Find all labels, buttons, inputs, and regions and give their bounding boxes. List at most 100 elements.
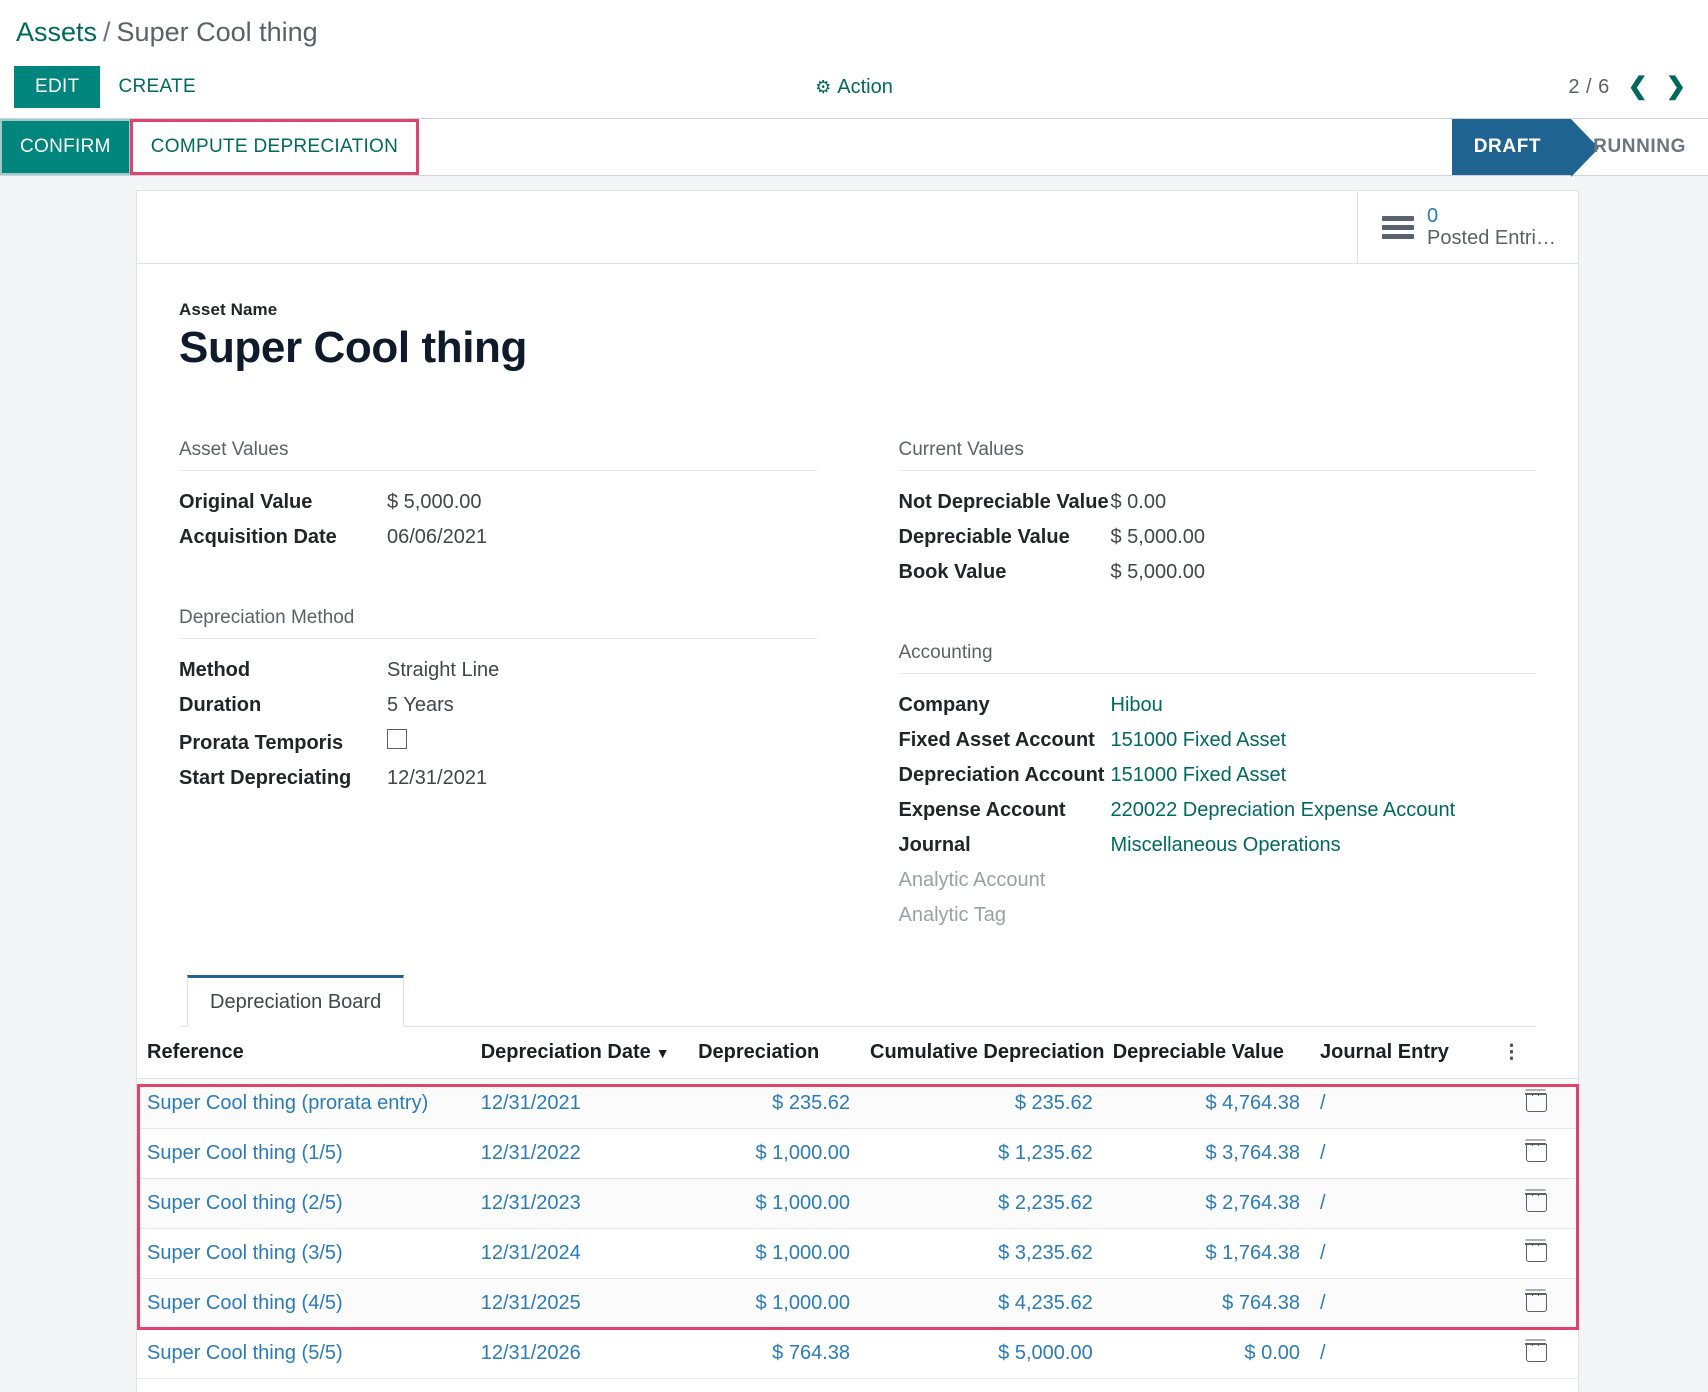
cell-depreciable-value[interactable]: $ 1,764.38 xyxy=(1102,1228,1310,1279)
group-accounting: Accounting Company Hibou Fixed Asset Acc… xyxy=(898,642,1536,933)
table-header-row: Reference Depreciation Date ▼ Depreciatio… xyxy=(137,1026,1578,1079)
cell-depreciation[interactable]: $ 1,000.00 xyxy=(688,1128,861,1179)
sort-desc-caret-icon: ▼ xyxy=(655,1044,670,1061)
posted-entries-count: 0 xyxy=(1427,205,1439,227)
status-stages: DRAFT RUNNING xyxy=(1451,119,1708,178)
field-prorata-temporis: Prorata Temporis xyxy=(179,723,817,761)
cell-depreciation-date[interactable]: 12/31/2023 xyxy=(470,1178,689,1229)
cell-journal-entry[interactable]: / xyxy=(1310,1228,1493,1279)
table-row[interactable]: Super Cool thing (2/5) 12/31/2023 $ 1,00… xyxy=(137,1178,1578,1229)
field-acquisition-date: Acquisition Date 06/06/2021 xyxy=(179,520,817,555)
table-row[interactable]: Super Cool thing (1/5) 12/31/2022 $ 1,00… xyxy=(137,1128,1578,1179)
field-value-expense-account[interactable]: 220022 Depreciation Expense Account xyxy=(1111,799,1456,822)
field-label-expense-account: Expense Account xyxy=(898,798,1066,821)
row-delete-button[interactable] xyxy=(1492,1078,1578,1129)
field-value-method[interactable]: Straight Line xyxy=(387,659,499,682)
field-label-not-depreciable-value: Not Depreciable Value xyxy=(898,490,1109,513)
row-delete-button[interactable] xyxy=(1492,1328,1578,1379)
group-current-values: Current Values Not Depreciable Value $ 0… xyxy=(898,439,1537,590)
cell-reference[interactable]: Super Cool thing (1/5) xyxy=(137,1128,471,1179)
group-title-depreciation-method: Depreciation Method xyxy=(179,607,817,639)
row-delete-button[interactable] xyxy=(1492,1228,1578,1279)
table-row[interactable]: Super Cool thing (4/5) 12/31/2025 $ 1,00… xyxy=(137,1278,1578,1329)
optional-columns-toggle[interactable]: ⋮ xyxy=(1492,1026,1578,1079)
cell-cumulative-depreciation[interactable]: $ 2,235.62 xyxy=(860,1178,1103,1229)
table-row[interactable]: Super Cool thing (prorata entry) 12/31/2… xyxy=(137,1078,1578,1129)
field-label-analytic-account: Analytic Account xyxy=(898,868,1046,891)
column-header-depreciable-value[interactable]: Depreciable Value xyxy=(1102,1026,1310,1079)
field-value-company[interactable]: Hibou xyxy=(1111,694,1163,717)
cell-reference[interactable]: Super Cool thing (5/5) xyxy=(137,1328,471,1379)
status-stage-running[interactable]: RUNNING xyxy=(1571,119,1708,175)
cell-reference[interactable]: Super Cool thing (2/5) xyxy=(137,1178,471,1229)
field-value-book-value: $ 5,000.00 xyxy=(1110,560,1206,583)
cell-reference[interactable]: Super Cool thing (4/5) xyxy=(137,1278,471,1329)
breadcrumb-root-link[interactable]: Assets xyxy=(16,17,97,47)
row-delete-button[interactable] xyxy=(1492,1128,1578,1179)
field-value-start-depreciating[interactable]: 12/31/2021 xyxy=(387,767,487,790)
asset-name-value[interactable]: Super Cool thing xyxy=(179,323,1536,372)
cell-depreciation[interactable]: $ 235.62 xyxy=(688,1078,861,1129)
confirm-button[interactable]: CONFIRM xyxy=(0,119,131,176)
chevron-right-icon[interactable]: ❯ xyxy=(1666,75,1686,99)
button-box: 0 Posted Entri… xyxy=(137,191,1578,265)
column-header-depreciation-date-label: Depreciation Date xyxy=(480,1040,651,1063)
table-row[interactable]: Super Cool thing (3/5) 12/31/2024 $ 1,00… xyxy=(137,1228,1578,1279)
field-depreciable-value: Depreciable Value $ 5,000.00 xyxy=(899,520,1537,555)
field-value-acquisition-date[interactable]: 06/06/2021 xyxy=(387,526,487,549)
cell-depreciation-date[interactable]: 12/31/2024 xyxy=(470,1228,689,1279)
cell-depreciation[interactable]: $ 1,000.00 xyxy=(688,1278,861,1329)
cell-journal-entry[interactable]: / xyxy=(1310,1178,1493,1229)
column-header-depreciation[interactable]: Depreciation xyxy=(688,1026,861,1079)
column-header-reference[interactable]: Reference xyxy=(137,1026,471,1079)
column-header-journal-entry[interactable]: Journal Entry xyxy=(1310,1026,1493,1079)
cell-depreciation-date[interactable]: 12/31/2021 xyxy=(470,1078,689,1129)
cell-depreciation-date[interactable]: 12/31/2025 xyxy=(470,1278,689,1329)
cell-depreciation[interactable]: $ 1,000.00 xyxy=(688,1178,861,1229)
cell-journal-entry[interactable]: / xyxy=(1310,1078,1493,1129)
cell-cumulative-depreciation[interactable]: $ 3,235.62 xyxy=(860,1228,1103,1279)
cell-cumulative-depreciation[interactable]: $ 5,000.00 xyxy=(860,1328,1103,1379)
field-value-journal[interactable]: Miscellaneous Operations xyxy=(1111,834,1341,857)
cell-depreciable-value[interactable]: $ 3,764.38 xyxy=(1102,1128,1310,1179)
edit-button[interactable]: EDIT xyxy=(14,66,101,109)
cell-cumulative-depreciation[interactable]: $ 235.62 xyxy=(860,1078,1103,1129)
field-label-fixed-asset-account: Fixed Asset Account xyxy=(898,728,1095,751)
cell-cumulative-depreciation[interactable]: $ 1,235.62 xyxy=(860,1128,1103,1179)
cell-depreciable-value[interactable]: $ 764.38 xyxy=(1102,1278,1310,1329)
column-header-cumulative-depreciation[interactable]: Cumulative Depreciation xyxy=(860,1026,1105,1079)
compute-depreciation-button[interactable]: COMPUTE DEPRECIATION xyxy=(129,119,420,176)
breadcrumb-separator: / xyxy=(103,17,111,47)
cell-depreciation[interactable]: $ 764.38 xyxy=(688,1328,861,1379)
cell-reference[interactable]: Super Cool thing (prorata entry) xyxy=(137,1078,471,1129)
row-delete-button[interactable] xyxy=(1492,1278,1578,1329)
row-delete-button[interactable] xyxy=(1492,1178,1578,1229)
cell-journal-entry[interactable]: / xyxy=(1310,1328,1493,1379)
cell-journal-entry[interactable]: / xyxy=(1310,1278,1493,1329)
cell-depreciation[interactable]: $ 1,000.00 xyxy=(688,1228,861,1279)
table-row[interactable]: Super Cool thing (5/5) 12/31/2026 $ 764.… xyxy=(137,1328,1578,1379)
create-button[interactable]: CREATE xyxy=(100,66,213,108)
cell-depreciable-value[interactable]: $ 2,764.38 xyxy=(1102,1178,1310,1229)
cell-depreciable-value[interactable]: $ 4,764.38 xyxy=(1102,1078,1310,1129)
cell-journal-entry[interactable]: / xyxy=(1310,1128,1493,1179)
form-groups: Asset Values Original Value $ 5,000.00 A… xyxy=(179,439,1536,933)
cell-cumulative-depreciation[interactable]: $ 4,235.62 xyxy=(860,1278,1103,1329)
status-stage-draft[interactable]: DRAFT xyxy=(1451,119,1600,178)
cell-reference[interactable]: Super Cool thing (3/5) xyxy=(137,1228,471,1279)
field-value-original-value[interactable]: $ 5,000.00 xyxy=(387,491,482,514)
field-value-duration[interactable]: 5 Years xyxy=(387,694,454,717)
chevron-left-icon[interactable]: ❮ xyxy=(1628,75,1648,99)
cell-depreciation-date[interactable]: 12/31/2022 xyxy=(470,1128,689,1179)
field-value-fixed-asset-account[interactable]: 151000 Fixed Asset xyxy=(1111,729,1287,752)
cell-depreciable-value[interactable]: $ 0.00 xyxy=(1102,1328,1310,1379)
prorata-temporis-checkbox[interactable] xyxy=(387,728,407,749)
cell-depreciation-date[interactable]: 12/31/2026 xyxy=(470,1328,689,1379)
tab-depreciation-board[interactable]: Depreciation Board xyxy=(187,974,405,1027)
column-header-depreciation-date[interactable]: Depreciation Date ▼ xyxy=(470,1026,689,1079)
posted-entries-stat-button[interactable]: 0 Posted Entri… xyxy=(1357,191,1578,264)
field-value-depreciation-account[interactable]: 151000 Fixed Asset xyxy=(1111,764,1287,787)
trash-icon xyxy=(1524,1090,1547,1112)
action-menu[interactable]: ⚙ Action xyxy=(815,76,893,99)
field-label-company: Company xyxy=(898,693,990,716)
